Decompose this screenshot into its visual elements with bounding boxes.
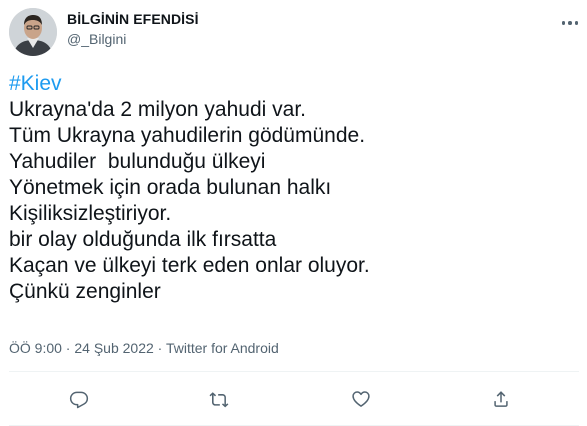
tweet-line: Çünkü zenginler <box>9 280 161 303</box>
action-bar <box>0 380 587 418</box>
tweet-line: Yönetmek için orada bulunan halkı <box>9 176 332 199</box>
tweet-line: Kaçan ve ülkeyi terk eden onlar oluyor. <box>9 254 370 277</box>
share-icon <box>494 391 508 407</box>
more-dot <box>574 21 579 25</box>
tweet-line: Ukrayna'da 2 milyon yahudi var. <box>9 98 306 121</box>
hashtag-link[interactable]: #Kiev <box>9 71 579 97</box>
avatar-photo <box>9 8 57 56</box>
tweet-timestamp-source[interactable]: ÖÖ 9:00 · 24 Şub 2022 · Twitter for Andr… <box>9 340 279 356</box>
reply-icon <box>69 391 89 409</box>
author-display-name[interactable]: BİLGİNİN EFENDİSİ <box>67 11 199 27</box>
tweet-text: #Kiev Ukrayna'da 2 milyon yahudi var. Tü… <box>9 71 579 305</box>
more-dot <box>568 21 572 25</box>
avatar[interactable] <box>9 8 57 56</box>
retweet-icon <box>209 392 229 408</box>
divider <box>9 371 579 372</box>
share-button[interactable] <box>490 388 512 410</box>
heart-icon <box>352 391 370 407</box>
author-handle[interactable]: @_Bilgini <box>67 31 126 47</box>
reply-button[interactable] <box>68 388 90 410</box>
retweet-button[interactable] <box>208 388 230 410</box>
more-dot <box>561 21 566 25</box>
tweet-line: Tüm Ukrayna yahudilerin gödümünde. <box>9 124 366 147</box>
tweet-line: Kişiliksizleştiriyor. <box>9 202 172 225</box>
like-button[interactable] <box>350 388 372 410</box>
tweet-line: Yahudiler bulunduğu ülkeyi <box>9 150 266 173</box>
tweet-card: BİLGİNİN EFENDİSİ @_Bilgini #Kiev Ukrayn… <box>0 0 587 426</box>
more-icon[interactable] <box>558 16 582 30</box>
tweet-line: bir olay olduğunda ilk fırsatta <box>9 228 277 251</box>
